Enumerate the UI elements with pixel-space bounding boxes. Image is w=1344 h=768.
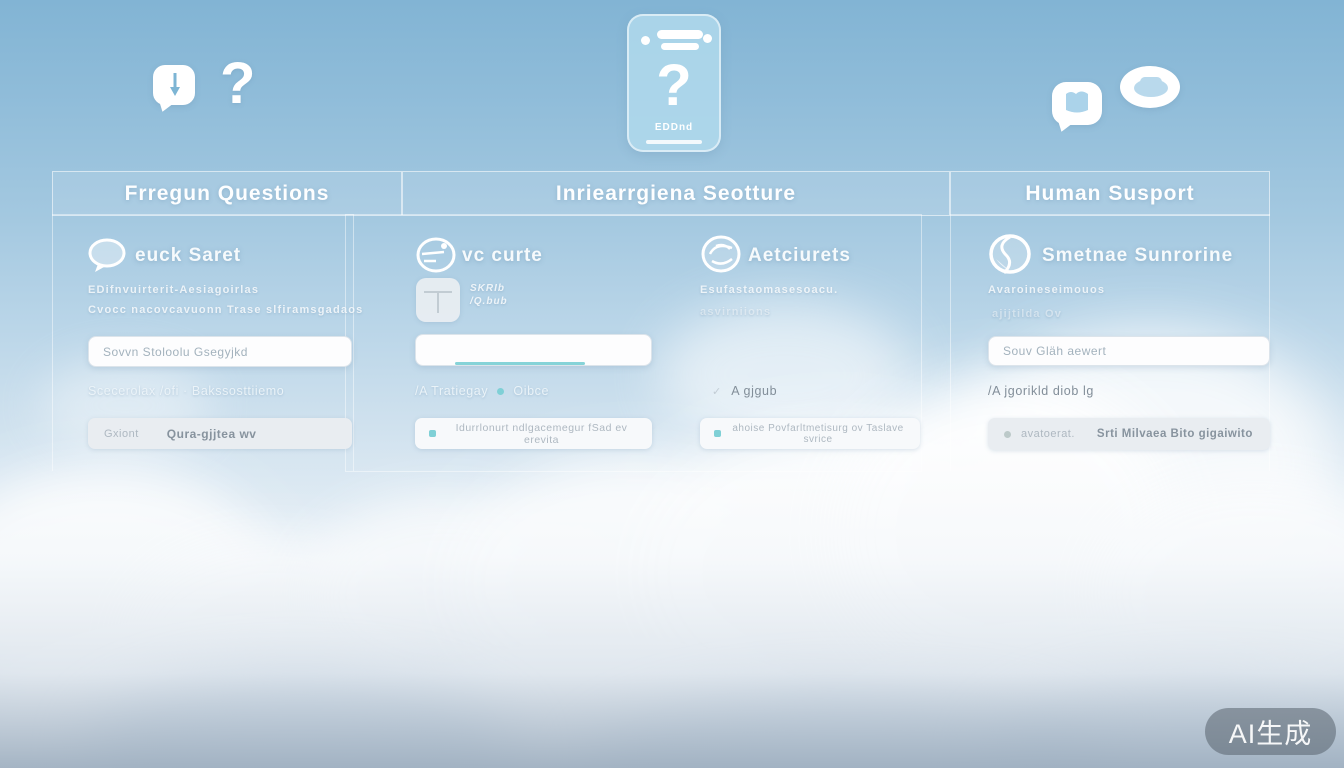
phone-help-icon: ? EDDnd xyxy=(627,14,721,152)
tab-human-support[interactable]: Human Susport xyxy=(950,171,1270,216)
hint-text: /A jgorikld diob lg xyxy=(988,384,1094,398)
tab-intelligent-service[interactable]: Inriearrgiena Seotture xyxy=(402,171,950,216)
phone-badge-text: EDDnd xyxy=(627,122,721,133)
chip-caption: SKRIb /Q.bub xyxy=(470,282,508,308)
button-primary-label: Qura-gjjtea wv xyxy=(167,427,257,441)
search-input-quick-start[interactable] xyxy=(88,336,352,367)
support-action-button[interactable]: avatoerat. Srti Milvaea Bito gigaiwito xyxy=(988,418,1270,450)
teal-square-icon xyxy=(429,430,436,437)
button-secondary-label: Gxiont xyxy=(104,428,139,440)
watermark-label: AI生成 xyxy=(1229,712,1313,751)
status-dot-icon xyxy=(1004,431,1011,438)
card-desc: Cvocc nacovcavuonn Trase slfiramsgadaos xyxy=(88,304,363,316)
quick-start-button[interactable]: Gxiont Qura-gjjtea wv xyxy=(88,418,352,449)
card-desc: Esufastaomasesoacu. xyxy=(700,284,838,296)
phone-question-glyph: ? xyxy=(627,52,721,119)
hint-text: ✓ A gjgub xyxy=(712,384,777,398)
grid-chip-icon xyxy=(416,278,460,322)
card-desc: Avaroineseimouos xyxy=(988,284,1105,296)
speech-bubble-icon xyxy=(1052,82,1102,125)
question-mark-icon: ? xyxy=(220,50,255,117)
chat-info-icon xyxy=(153,65,195,105)
features-action-button[interactable]: ahoise Povfarltmetisurg ov Taslave svric… xyxy=(700,418,920,449)
card-title-smart-support: Smetnae Sunrorine xyxy=(1042,245,1233,267)
hint-text: /A Tratiegay Oibce xyxy=(415,384,549,398)
tab-label: Frregun Questions xyxy=(125,182,330,206)
voice-action-button[interactable]: Idurrlonurt ndlgacemegur fSad ev erevita xyxy=(415,418,652,449)
ai-generated-watermark: AI生成 xyxy=(1205,708,1336,755)
wave-circle-icon xyxy=(986,231,1034,282)
check-icon: ✓ xyxy=(712,386,722,398)
tab-label: Human Susport xyxy=(1025,182,1194,206)
chat-oval-icon xyxy=(1120,66,1180,108)
card-title-voice: vc curte xyxy=(462,245,543,267)
button-label: Idurrlonurt ndlgacemegur fSad ev erevita xyxy=(445,422,638,446)
button-secondary-label: avatoerat. xyxy=(1021,428,1075,440)
screen: ? ? EDDnd Frregun Questions Inri xyxy=(0,0,1344,768)
card-title-quick-start: euck Saret xyxy=(135,245,241,267)
tab-frequent-questions[interactable]: Frregun Questions xyxy=(52,171,402,216)
button-primary-label: Srti Milvaea Bito gigaiwito xyxy=(1097,428,1253,440)
hint-text: Scecerolax /ofi · Bakssosttiiemo xyxy=(88,384,284,398)
tab-label: Inriearrgiena Seotture xyxy=(556,182,796,206)
card-desc: asvirniions xyxy=(700,306,771,318)
card-desc: EDifnvuirterit-Aesiagoirlas xyxy=(88,284,259,296)
card-title-features: Aetciurets xyxy=(748,245,851,267)
input-active-underline xyxy=(455,362,585,365)
card-desc: ajijtilda Ov xyxy=(992,308,1062,320)
button-label: ahoise Povfarltmetisurg ov Taslave svric… xyxy=(730,423,906,445)
chat-bubble-icon xyxy=(86,236,130,281)
headset-circle-icon xyxy=(414,234,458,281)
teal-square-icon xyxy=(714,430,721,437)
swirl-circle-icon xyxy=(698,232,744,281)
teal-dot-icon xyxy=(497,388,504,395)
support-search-input[interactable] xyxy=(988,336,1270,366)
